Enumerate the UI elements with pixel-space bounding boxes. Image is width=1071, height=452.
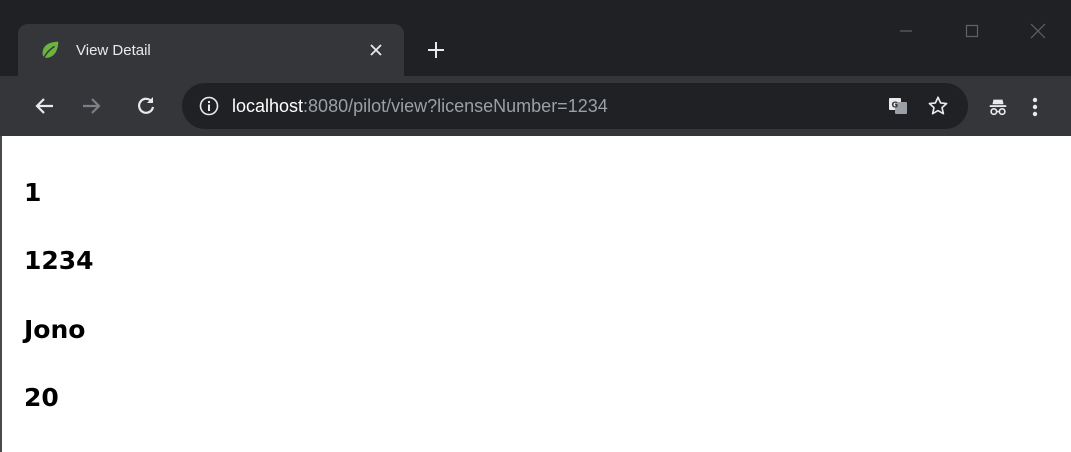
tab-strip: View Detail: [0, 0, 1071, 76]
close-window-icon: [1030, 23, 1046, 39]
info-icon[interactable]: [198, 95, 220, 117]
close-window-button[interactable]: [1005, 0, 1071, 62]
back-button[interactable]: [26, 87, 64, 125]
back-arrow-icon: [35, 98, 53, 114]
value-name: Jono: [24, 315, 86, 344]
browser-toolbar: localhost:8080/pilot/view?licenseNumber=…: [0, 76, 1071, 136]
forward-button[interactable]: [72, 87, 110, 125]
menu-dots-icon[interactable]: [1018, 87, 1052, 127]
maximize-button[interactable]: [939, 0, 1005, 62]
tab-view-detail[interactable]: View Detail: [18, 24, 404, 76]
forward-arrow-icon: [83, 98, 101, 114]
new-tab-button[interactable]: [420, 34, 452, 66]
value-id: 1: [24, 178, 42, 207]
minimize-button[interactable]: [873, 0, 939, 62]
tab-title: View Detail: [76, 41, 151, 59]
url-host: localhost: [232, 95, 304, 116]
incognito-icon[interactable]: [978, 87, 1018, 127]
svg-text:G: G: [892, 101, 899, 110]
value-license-number: 1234: [24, 246, 94, 275]
url-path: :8080/pilot/view?licenseNumber=1234: [303, 95, 608, 116]
browser-window: View Detail localhost:8080/pilot/view?li…: [0, 0, 1071, 452]
close-tab-icon[interactable]: [362, 36, 390, 64]
bookmark-star-icon[interactable]: [918, 86, 958, 126]
plus-icon: [428, 42, 444, 58]
leaf-icon: [38, 38, 62, 62]
maximize-icon: [965, 24, 979, 38]
minimize-icon: [900, 30, 912, 32]
address-bar[interactable]: localhost:8080/pilot/view?licenseNumber=…: [182, 83, 968, 129]
reload-button[interactable]: [127, 87, 165, 125]
value-age: 20: [24, 383, 59, 412]
toolbar-right: [978, 87, 1052, 127]
window-controls: [873, 0, 1071, 62]
translate-icon[interactable]: G: [878, 86, 918, 126]
url-text[interactable]: localhost:8080/pilot/view?licenseNumber=…: [232, 96, 878, 117]
reload-icon: [138, 97, 155, 114]
page-content: 1 1234 Jono 20: [0, 136, 1071, 452]
